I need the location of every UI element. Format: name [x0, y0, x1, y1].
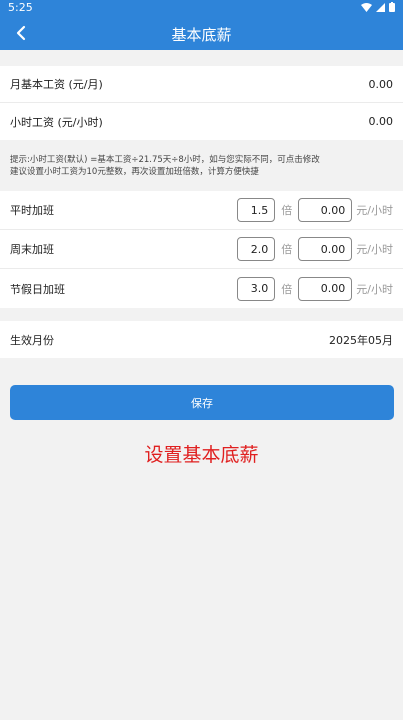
hourly-wage-row[interactable]: 小时工资 (元/小时) 0.00 — [0, 103, 403, 140]
effective-month-value[interactable]: 2025年05月 — [329, 332, 393, 348]
rate-unit: 元/小时 — [356, 243, 393, 256]
multiplier-unit: 倍 — [281, 204, 293, 217]
status-icons — [361, 2, 395, 12]
multiplier-unit: 倍 — [281, 243, 293, 256]
caption-text: 设置基本底薪 — [144, 444, 259, 466]
rate-unit: 元/小时 — [356, 204, 393, 217]
hourly-wage-label: 小时工资 (元/小时) — [10, 115, 103, 129]
hint-line-2: 建议设置小时工资为10元整数，再次设置加班倍数，计算方便快捷 — [10, 167, 259, 177]
base-salary-card: 月基本工资 (元/月) 0.00 小时工资 (元/小时) 0.00 — [0, 66, 403, 140]
monthly-salary-label: 月基本工资 (元/月) — [10, 78, 103, 91]
wifi-icon — [361, 2, 372, 12]
rate-input[interactable]: 0.00 — [298, 237, 353, 261]
overtime-label: 周末加班 — [10, 243, 54, 256]
overtime-row-weekend: 周末加班 2.0 倍 0.00 元/小时 — [0, 230, 403, 269]
overtime-row-weekday: 平时加班 1.5 倍 0.00 元/小时 — [0, 191, 403, 230]
save-button[interactable]: 保存 — [10, 385, 394, 420]
battery-icon — [389, 2, 395, 12]
hint-text: 提示:小时工资(默认) =基本工资÷21.75天÷8小时，如与您实际不同，可点击… — [10, 154, 320, 178]
page-title: 基本底薪 — [171, 26, 232, 44]
multiplier-input[interactable]: 2.0 — [237, 237, 276, 261]
overtime-card: 平时加班 1.5 倍 0.00 元/小时 周末加班 2.0 倍 0.00 元/小… — [0, 191, 403, 308]
overtime-row-holiday: 节假日加班 3.0 倍 0.00 元/小时 — [0, 269, 403, 308]
rate-input[interactable]: 0.00 — [298, 198, 353, 222]
multiplier-input[interactable]: 1.5 — [237, 198, 276, 222]
effective-month-label: 生效月份 — [10, 333, 54, 347]
rate-unit: 元/小时 — [356, 282, 393, 296]
effective-month-card: 生效月份 2025年05月 — [0, 321, 403, 358]
signal-icon — [376, 2, 385, 12]
overtime-label: 节假日加班 — [10, 282, 65, 296]
hint-line-1: 提示:小时工资(默认) =基本工资÷21.75天÷8小时，如与您实际不同，可点击… — [10, 155, 320, 165]
app-bar: 基本底薪 — [0, 17, 403, 50]
overtime-label: 平时加班 — [10, 204, 54, 217]
monthly-salary-value[interactable]: 0.00 — [369, 78, 394, 91]
status-time: 5:25 — [8, 1, 33, 14]
multiplier-unit: 倍 — [281, 282, 293, 296]
monthly-salary-row[interactable]: 月基本工资 (元/月) 0.00 — [0, 66, 403, 103]
rate-input[interactable]: 0.00 — [298, 276, 353, 301]
multiplier-input[interactable]: 3.0 — [237, 276, 276, 301]
effective-month-row[interactable]: 生效月份 2025年05月 — [0, 321, 403, 358]
status-bar: 5:25 — [0, 0, 403, 17]
hourly-wage-value[interactable]: 0.00 — [369, 115, 394, 128]
